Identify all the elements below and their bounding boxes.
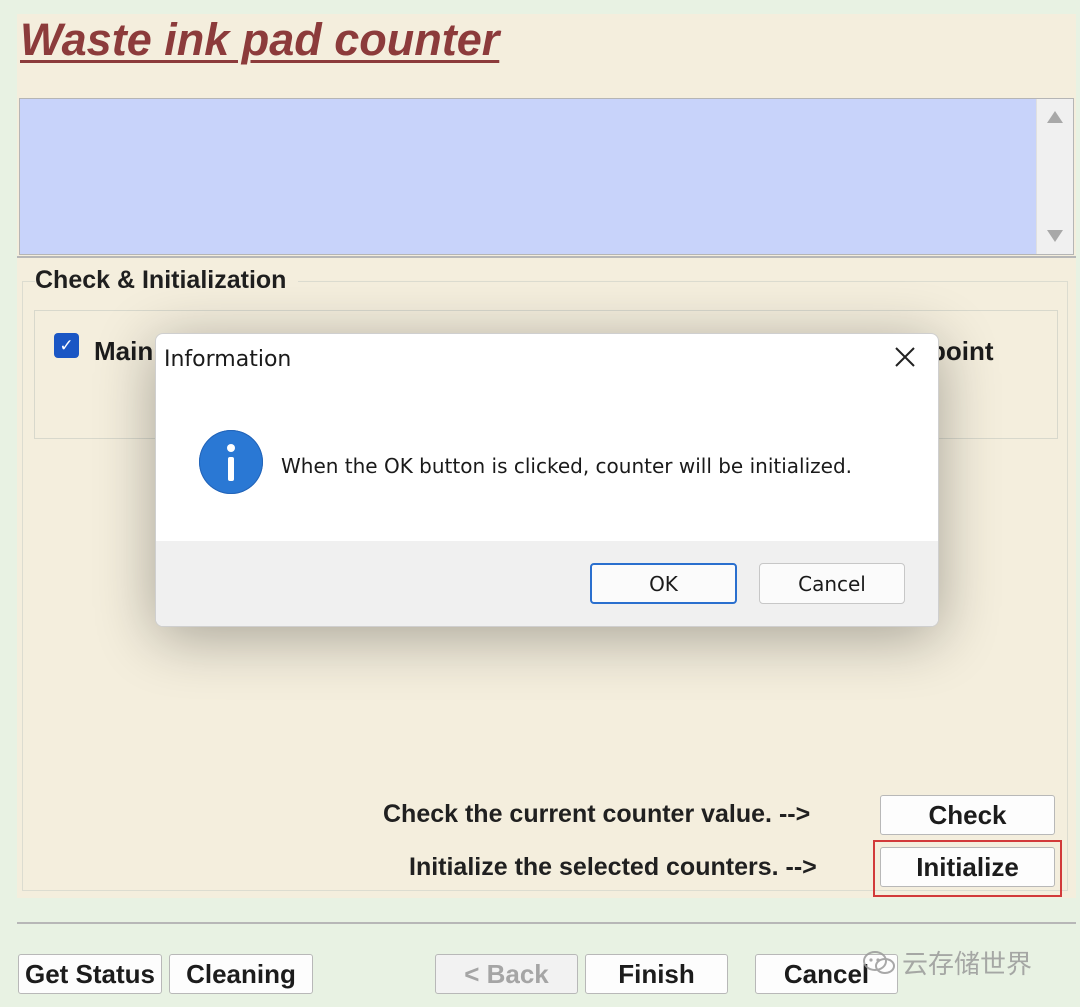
close-icon[interactable] — [892, 344, 918, 370]
information-dialog: Information When the OK button is clicke… — [155, 333, 939, 627]
wechat-icon — [863, 950, 895, 974]
check-instruction: Check the current counter value. --> — [383, 800, 811, 828]
initialize-instruction: Initialize the selected counters. --> — [409, 853, 817, 881]
main-counter-checkbox[interactable]: ✓ — [54, 333, 79, 358]
dialog-message: When the OK button is clicked, counter w… — [281, 454, 852, 478]
vertical-scrollbar[interactable] — [1036, 99, 1073, 254]
main-counter-label: Main — [94, 336, 154, 366]
dialog-footer: OK Cancel — [156, 541, 938, 626]
group-label: Check & Initialization — [35, 266, 299, 295]
initialize-highlight-box — [873, 840, 1062, 897]
watermark-text: 云存储世界 — [902, 949, 1033, 979]
separator-top — [17, 256, 1076, 258]
counter-display-box — [19, 98, 1074, 255]
option-right-label: point — [930, 336, 994, 366]
separator-bottom — [17, 922, 1076, 924]
cleaning-button[interactable]: Cleaning — [169, 954, 313, 994]
dialog-ok-button[interactable]: OK — [590, 563, 737, 604]
back-button[interactable]: < Back — [435, 954, 578, 994]
watermark: 云存储世界 — [862, 944, 1032, 981]
scroll-up-arrow-icon[interactable] — [1047, 111, 1063, 123]
info-icon — [199, 430, 263, 494]
dialog-title: Information — [164, 347, 292, 372]
finish-button[interactable]: Finish — [585, 954, 728, 994]
page-title: Waste ink pad counter — [20, 14, 500, 65]
counter-display-area — [20, 99, 1037, 254]
dialog-cancel-button[interactable]: Cancel — [759, 563, 905, 604]
check-button[interactable]: Check — [880, 795, 1055, 835]
get-status-button[interactable]: Get Status — [18, 954, 162, 994]
scroll-down-arrow-icon[interactable] — [1047, 230, 1063, 242]
